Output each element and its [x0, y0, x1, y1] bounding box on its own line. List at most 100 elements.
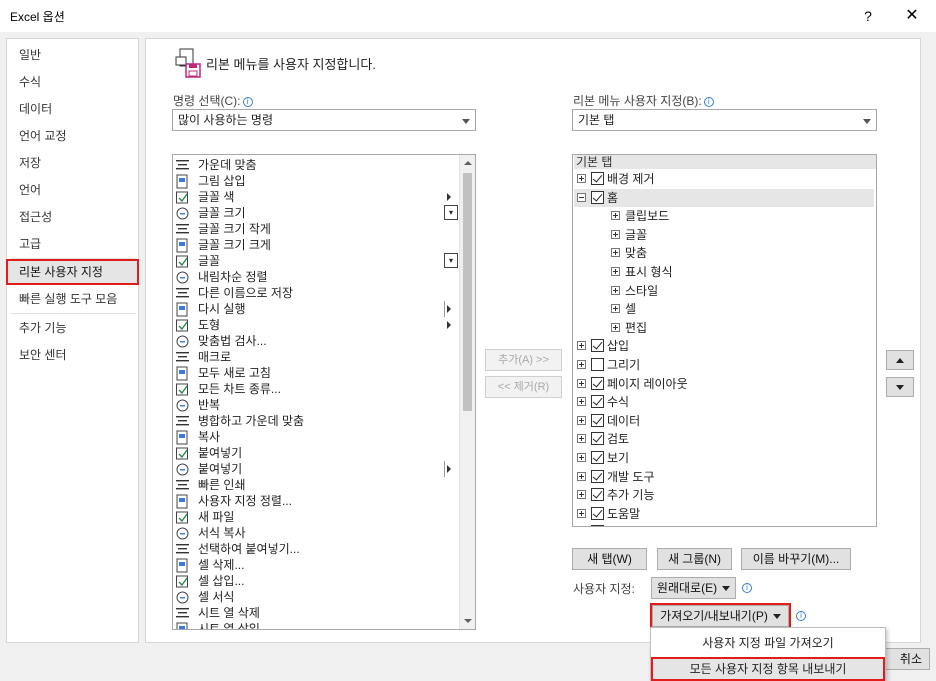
tree-item[interactable]: 맞춤 [574, 244, 874, 262]
close-button[interactable]: ✕ [896, 4, 928, 28]
list-item[interactable]: 다시 실행 [173, 301, 463, 317]
tab-checkbox[interactable] [591, 358, 604, 371]
list-item[interactable]: 모든 차트 종류... [173, 381, 463, 397]
list-item[interactable]: 가운데 맞춤 [173, 157, 463, 173]
expand-icon[interactable] [577, 341, 586, 351]
tree-item[interactable]: Power Pivot [574, 523, 874, 526]
list-item[interactable]: 병합하고 가운데 맞춤 [173, 413, 463, 429]
list-item[interactable]: 사용자 지정 정렬... [173, 493, 463, 509]
list-item[interactable]: 글꼴 크기 ▾ [173, 205, 463, 221]
sidebar-item-proofing[interactable]: 언어 교정 [7, 124, 138, 148]
expand-icon[interactable] [577, 360, 586, 369]
list-item[interactable]: 서식 복사 [173, 525, 463, 541]
list-item[interactable]: 붙여넣기 [173, 445, 463, 461]
list-item[interactable]: 시트 열 삭제 [173, 605, 463, 621]
tab-checkbox[interactable] [591, 190, 604, 204]
expand-icon[interactable] [611, 267, 620, 276]
list-item[interactable]: 셀 삭제... [173, 557, 463, 573]
tab-checkbox[interactable] [591, 413, 604, 427]
move-up-button[interactable] [886, 350, 914, 370]
tree-item[interactable]: 수식 [574, 393, 874, 411]
sidebar-item-quick-access-toolbar[interactable]: 빠른 실행 도구 모음 [7, 287, 138, 311]
menu-item-export-all[interactable]: 모든 사용자 지정 항목 내보내기 [651, 657, 885, 681]
help-button[interactable]: ? [852, 4, 884, 28]
reset-button[interactable]: 원래대로(E) [651, 577, 736, 599]
list-item[interactable]: 반복 [173, 397, 463, 413]
sidebar-item-save[interactable]: 저장 [7, 151, 138, 175]
tree-item[interactable]: 편집 [574, 319, 874, 337]
remove-button[interactable]: << 제거(R) [485, 376, 562, 398]
list-item[interactable]: 셀 서식 [173, 589, 463, 605]
expand-icon[interactable] [577, 378, 586, 388]
expand-icon[interactable] [611, 285, 620, 295]
move-down-button[interactable] [886, 377, 914, 397]
tree-item[interactable]: 글꼴 [574, 226, 874, 244]
sidebar-item-general[interactable]: 일반 [7, 43, 138, 67]
sidebar-item-accessibility[interactable]: 접근성 [7, 205, 138, 229]
tree-item[interactable]: 도움말 [574, 505, 874, 523]
commands-scrollbar[interactable] [459, 155, 475, 629]
list-item[interactable]: 글꼴 크기 크게 [173, 237, 463, 253]
tab-checkbox[interactable] [591, 432, 604, 446]
sidebar-item-data[interactable]: 데이터 [7, 97, 138, 121]
list-item[interactable]: 빠른 인쇄 [173, 477, 463, 493]
tree-item[interactable]: 개발 도구 [574, 468, 874, 486]
ribbon-tabs-dropdown[interactable]: 기본 탭 [572, 109, 877, 131]
expand-icon[interactable] [577, 415, 586, 425]
tree-item[interactable]: 표시 형식 [574, 263, 874, 281]
add-button[interactable]: 추가(A) >> [485, 349, 562, 371]
tab-checkbox[interactable] [591, 451, 604, 464]
scroll-thumb[interactable] [463, 173, 472, 411]
expand-icon[interactable] [577, 490, 586, 500]
tree-item[interactable]: 페이지 레이아웃 [574, 375, 874, 393]
sidebar-item-formulas[interactable]: 수식 [7, 70, 138, 94]
list-item[interactable]: 내림차순 정렬 [173, 269, 463, 285]
expand-icon[interactable] [611, 322, 620, 332]
cancel-button[interactable]: 취소 [880, 648, 930, 670]
list-item[interactable]: 붙여넣기 [173, 461, 463, 477]
sidebar-item-language[interactable]: 언어 [7, 178, 138, 202]
tab-checkbox[interactable] [591, 469, 604, 483]
tree-item[interactable]: 검토 [574, 430, 874, 448]
tree-item[interactable]: 보기 [574, 449, 874, 467]
tab-checkbox[interactable] [591, 339, 604, 353]
list-item[interactable]: 그림 삽입 [173, 173, 463, 189]
expand-icon[interactable] [611, 211, 620, 221]
ribbon-tabs-tree[interactable]: 기본 탭 배경 제거 홈 클립보드 글꼴 맞춤 표시 형식 스타일 셀 편집 삽입 그리기 페이지 레… [572, 154, 877, 527]
list-item[interactable]: 복사 [173, 429, 463, 445]
tab-checkbox[interactable] [591, 488, 604, 502]
expand-icon[interactable] [577, 397, 586, 407]
tree-item[interactable]: 배경 제거 [574, 170, 874, 188]
tab-checkbox[interactable] [591, 172, 604, 185]
sidebar-item-trust-center[interactable]: 보안 센터 [7, 343, 138, 367]
list-item[interactable]: 새 파일 [173, 509, 463, 525]
tab-checkbox[interactable] [591, 506, 604, 520]
expand-icon[interactable] [577, 174, 586, 183]
tree-item[interactable]: 추가 기능 [574, 486, 874, 504]
tree-item[interactable]: 클립보드 [574, 207, 874, 225]
list-item[interactable]: 셀 삽입... [173, 573, 463, 589]
tree-item[interactable]: 홈 [574, 188, 874, 207]
tree-item[interactable]: 스타일 [574, 282, 874, 300]
list-item[interactable]: 다른 이름으로 저장 [173, 285, 463, 301]
expand-icon[interactable] [577, 434, 586, 444]
choose-commands-dropdown[interactable]: 많이 사용하는 명령 [172, 109, 476, 131]
tree-item[interactable]: 데이터 [574, 412, 874, 430]
rename-button[interactable]: 이름 바꾸기(M)... [741, 548, 851, 570]
list-item[interactable]: 모두 새로 고침 [173, 365, 463, 381]
menu-item-import-file[interactable]: 사용자 지정 파일 가져오기 [651, 631, 885, 655]
list-item[interactable]: 시트 열 삽입 [173, 621, 463, 629]
sidebar-item-advanced[interactable]: 고급 [7, 232, 138, 256]
commands-list[interactable]: 가운데 맞춤 그림 삽입 글꼴 색 글꼴 크기 ▾ 글꼴 크기 작게 글꼴 크기 크게 글꼴 ▾… [172, 154, 476, 630]
scroll-up-arrow[interactable] [460, 155, 475, 171]
expand-icon[interactable] [611, 304, 620, 314]
list-item[interactable]: 매크로 [173, 349, 463, 365]
list-item[interactable]: 글꼴 크기 작게 [173, 221, 463, 237]
sidebar-item-customize-ribbon[interactable]: 리본 사용자 지정 [6, 259, 139, 285]
expand-icon[interactable] [611, 248, 620, 258]
expand-icon[interactable] [577, 508, 586, 518]
new-tab-button[interactable]: 새 탭(W) [572, 548, 647, 570]
list-item[interactable]: 맞춤법 검사... [173, 333, 463, 349]
list-item[interactable]: 글꼴 색 [173, 189, 463, 205]
expand-icon[interactable] [577, 453, 586, 462]
